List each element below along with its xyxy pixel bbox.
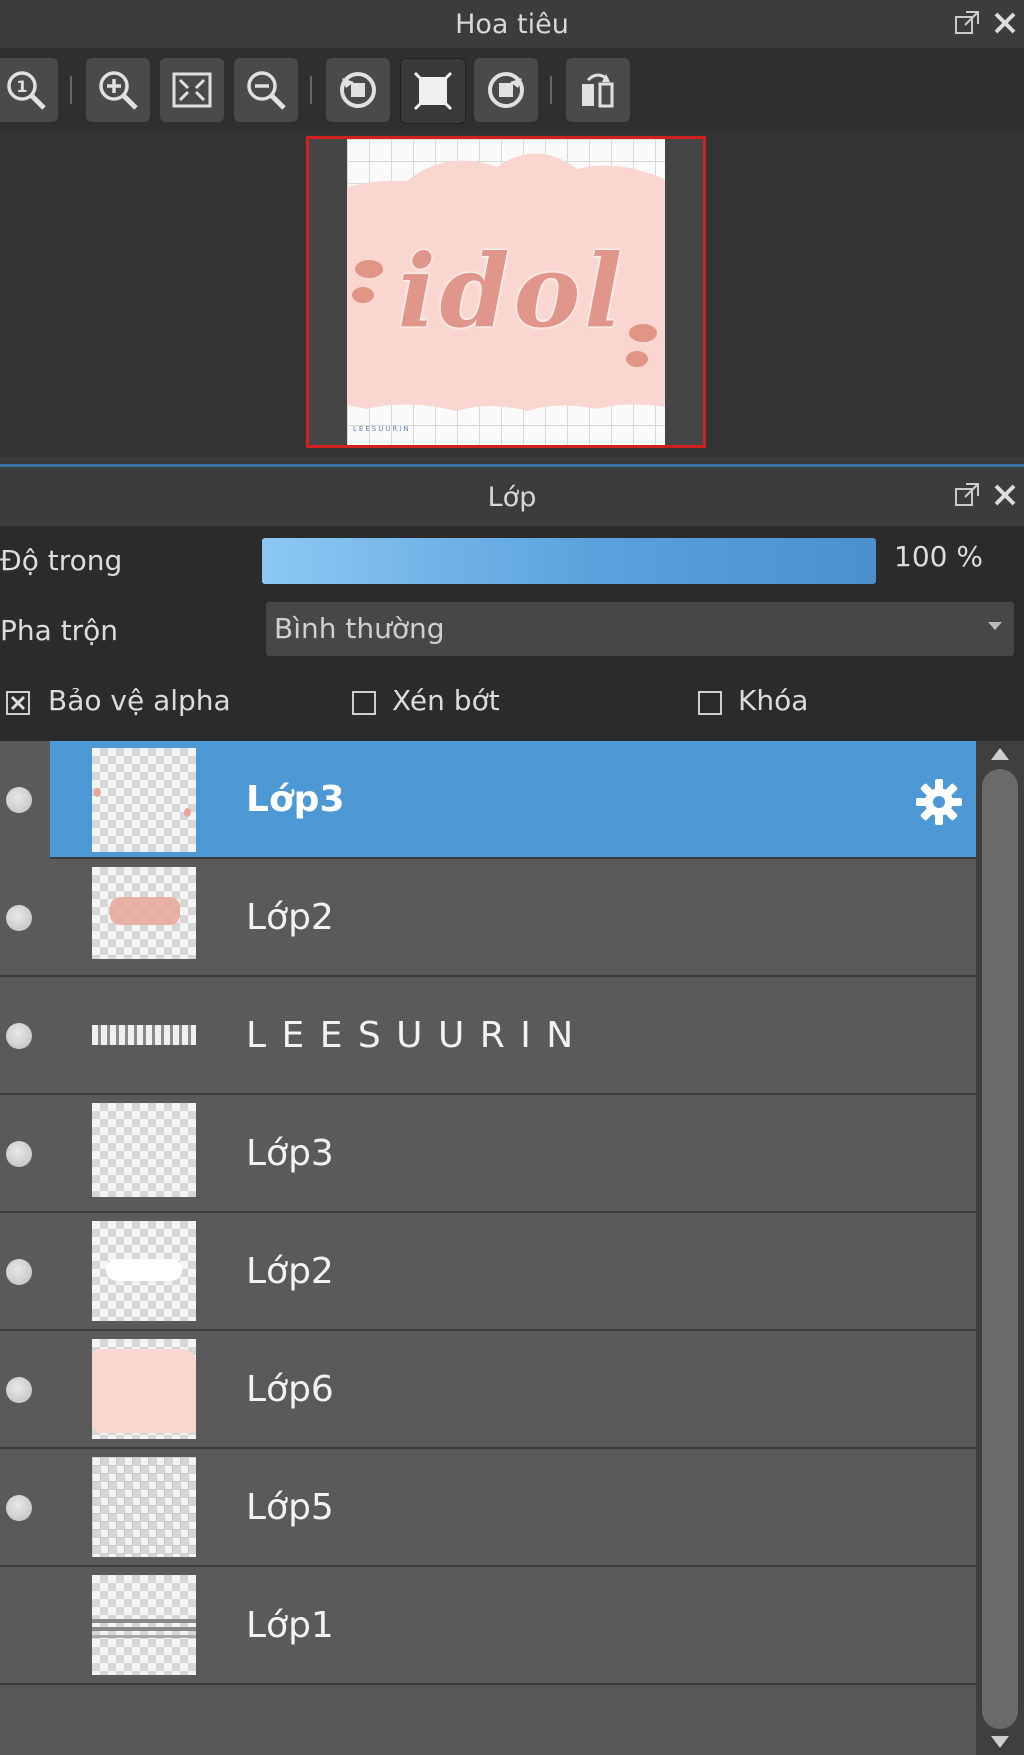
protect-alpha-label: Bảo vệ alpha [48, 684, 231, 717]
layer-thumbnail [92, 1339, 196, 1439]
layer-thumbnail [92, 1103, 196, 1197]
close-icon[interactable] [990, 480, 1020, 510]
layer-name: Lớp5 [246, 1487, 334, 1528]
lock-label: Khóa [738, 684, 809, 717]
layer-row[interactable]: Lớp1 [0, 1567, 976, 1685]
layer-list: Lớp3 Lớp2 L E E S U U R I N Lớp3 Lớp2 Lớ… [0, 741, 976, 1755]
rotate-left-icon [340, 72, 376, 108]
zoom-in-button[interactable] [86, 58, 150, 122]
layer-row[interactable]: Lớp2 [0, 859, 976, 977]
preview-idol-text: idol [397, 232, 627, 350]
rotate-right-button[interactable] [474, 58, 538, 122]
visibility-icon[interactable] [6, 1141, 32, 1167]
navigator-preview[interactable]: idol LEESUURIN [0, 132, 1024, 457]
close-icon[interactable] [990, 8, 1020, 38]
fit-canvas-button[interactable] [400, 58, 466, 124]
layer-name: Lớp1 [246, 1605, 334, 1646]
blend-label: Pha trộn [0, 614, 119, 647]
navigator-title: Hoa tiêu [455, 8, 569, 40]
layer-name: Lớp3 [246, 1133, 334, 1174]
fit-screen-button[interactable] [160, 58, 224, 122]
zoom-out-icon [247, 71, 286, 110]
flip-horizontal-icon [582, 73, 614, 108]
clipping-checkbox[interactable] [352, 691, 376, 715]
opacity-value: 100 % [894, 540, 983, 573]
visibility-icon[interactable] [6, 787, 32, 813]
opacity-label: Độ trong [0, 544, 123, 577]
visibility-icon[interactable] [6, 905, 32, 931]
layer-thumbnail [92, 1025, 196, 1045]
layer-thumbnail [92, 1221, 196, 1321]
layer-row[interactable]: Lớp2 [0, 1213, 976, 1331]
popout-icon[interactable] [952, 480, 982, 510]
fit-screen-icon [172, 72, 212, 108]
layer-name: Lớp6 [246, 1369, 334, 1410]
layers-titlebar: Lớp [0, 468, 1024, 527]
layer-properties: Độ trong 100 % Pha trộn Bình thường Bảo … [0, 526, 1024, 741]
layer-row[interactable]: Lớp6 [0, 1331, 976, 1449]
viewport-frame[interactable]: idol LEESUURIN [306, 136, 706, 448]
zoom-actual-icon: 1 [7, 71, 46, 110]
flip-horizontal-button[interactable] [566, 58, 630, 122]
scroll-down-icon[interactable] [990, 1735, 1010, 1749]
gear-icon[interactable] [914, 777, 964, 827]
scroll-up-icon[interactable] [990, 747, 1010, 761]
rotate-left-button[interactable] [326, 58, 390, 122]
blend-mode-select[interactable]: Bình thường [266, 602, 1014, 656]
navigator-toolbar: 1 [0, 48, 1024, 132]
layer-row-selected[interactable]: Lớp3 [50, 741, 976, 859]
rotate-right-icon [488, 72, 524, 108]
blend-mode-value: Bình thường [274, 612, 445, 645]
visibility-icon[interactable] [6, 1495, 32, 1521]
preview-footer-text: LEESUURIN [353, 425, 411, 433]
zoom-out-button[interactable] [234, 58, 298, 122]
popout-icon[interactable] [952, 8, 982, 38]
panel-divider[interactable] [0, 464, 1024, 467]
layer-thumbnail [92, 748, 196, 852]
layer-thumbnail [92, 867, 196, 959]
chevron-down-icon [988, 622, 1002, 630]
opacity-slider[interactable] [262, 538, 876, 584]
svg-text:1: 1 [16, 77, 27, 96]
lock-checkbox[interactable] [698, 691, 722, 715]
layer-row[interactable]: L E E S U U R I N [0, 977, 976, 1095]
navigator-titlebar: Hoa tiêu [0, 0, 1024, 49]
checkmark-x-icon [10, 695, 26, 711]
zoom-in-icon [99, 71, 138, 110]
fit-canvas-icon [413, 71, 453, 111]
layer-name: Lớp3 [246, 779, 345, 820]
layer-thumbnail [92, 1575, 196, 1675]
visibility-icon[interactable] [6, 1377, 32, 1403]
visibility-icon[interactable] [6, 1259, 32, 1285]
layer-name: L E E S U U R I N [246, 1015, 576, 1056]
layer-thumbnail [92, 1457, 196, 1557]
layer-name: Lớp2 [246, 897, 334, 938]
scroll-thumb[interactable] [982, 769, 1018, 1729]
clipping-label: Xén bớt [392, 684, 500, 717]
layer-row[interactable]: Lớp5 [0, 1449, 976, 1567]
protect-alpha-checkbox[interactable] [6, 691, 30, 715]
canvas-thumbnail: idol LEESUURIN [347, 139, 665, 445]
visibility-icon[interactable] [6, 1023, 32, 1049]
layer-name: Lớp2 [246, 1251, 334, 1292]
zoom-actual-button[interactable]: 1 [0, 58, 58, 122]
layers-title: Lớp [487, 481, 537, 513]
layer-list-scrollbar[interactable] [976, 741, 1024, 1755]
layer-row[interactable]: Lớp3 [0, 1095, 976, 1213]
